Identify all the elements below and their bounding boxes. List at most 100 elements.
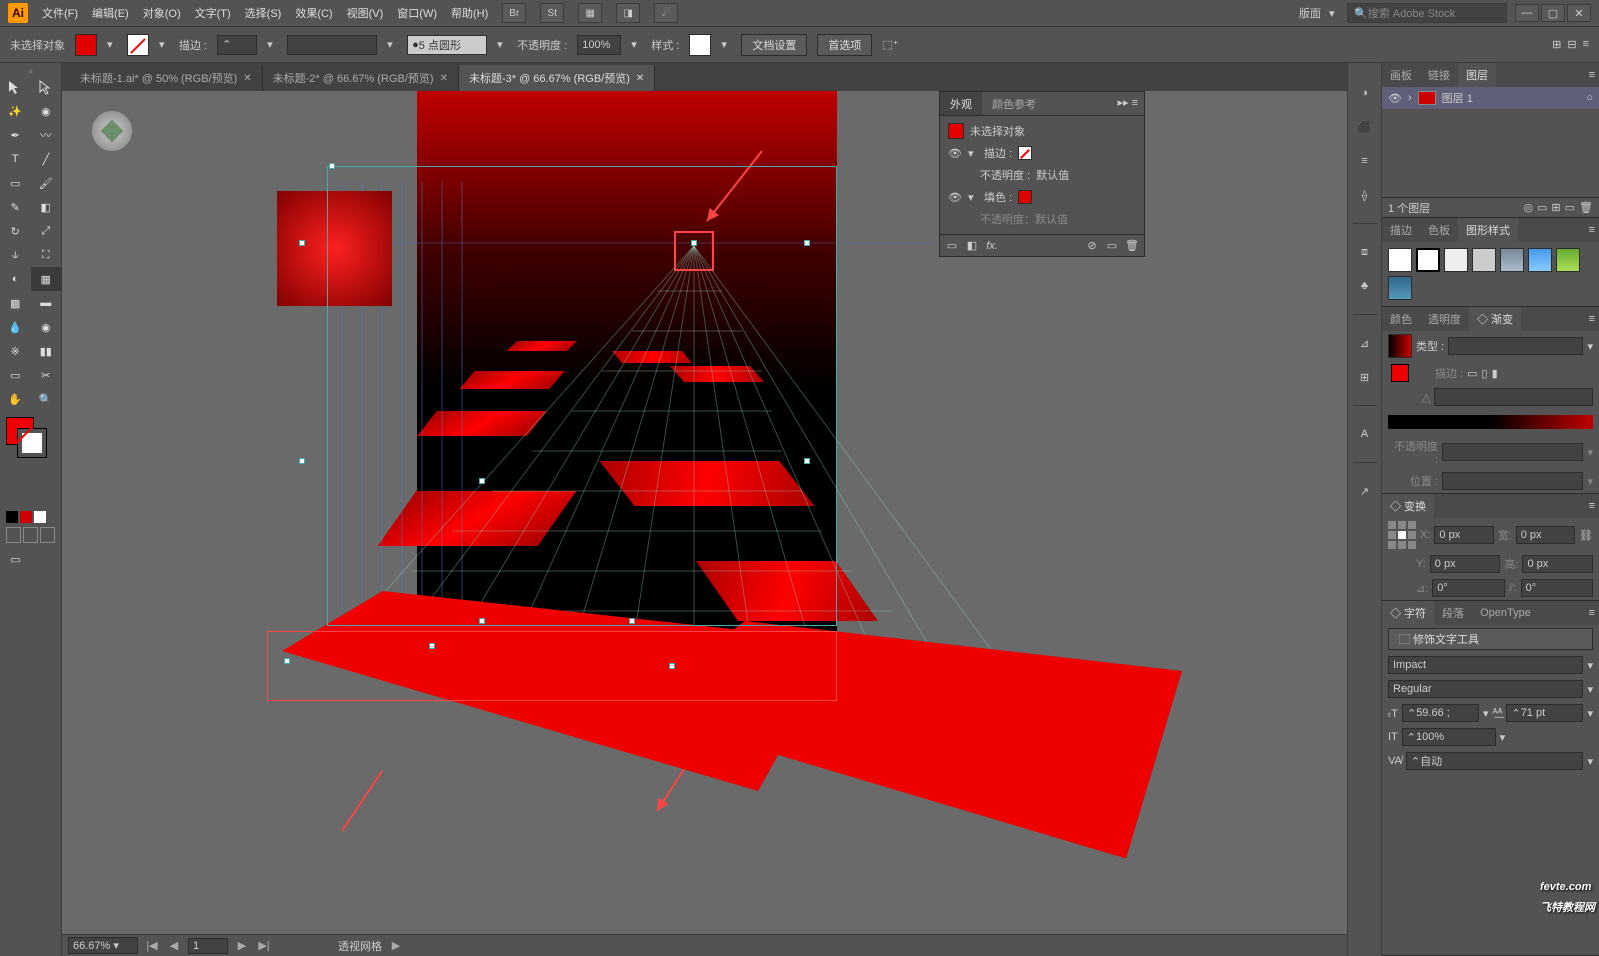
perspective-plane-widget[interactable] <box>92 111 132 151</box>
tab-stroke[interactable]: 描边 <box>1382 218 1420 242</box>
fx-icon[interactable]: fx. <box>984 238 1000 254</box>
menu-effect[interactable]: 效果(C) <box>295 5 332 21</box>
visibility-icon[interactable]: 👁 <box>948 147 962 160</box>
layout-dropdown[interactable]: 版面 <box>1299 5 1321 21</box>
transform-h[interactable]: 0 px <box>1522 555 1593 573</box>
tab-opentype[interactable]: OpenType <box>1472 603 1539 623</box>
blend-tool[interactable]: ◉ <box>31 315 62 339</box>
style-swatch[interactable] <box>1472 248 1496 272</box>
close-button[interactable]: ✕ <box>1567 4 1591 22</box>
stroke-grad-mode-3[interactable]: ▮ <box>1492 367 1498 380</box>
leading-input[interactable]: ⌃ 71 pt <box>1506 704 1583 722</box>
panel-collapse[interactable]: ▸▸ ≡ <box>1111 92 1144 115</box>
stroke-grad-mode-2[interactable]: ▯ <box>1482 367 1488 380</box>
stroke-swatch[interactable] <box>127 34 149 56</box>
stroke-weight-input[interactable]: ⌃ <box>217 35 257 55</box>
doc-tab-3[interactable]: 未标题-3* @ 66.67% (RGB/预览)✕ <box>459 65 655 91</box>
selection-handle[interactable] <box>329 163 335 169</box>
opacity-row-2[interactable]: 不透明度：默认值 <box>980 211 1068 227</box>
direct-selection-tool[interactable] <box>31 75 62 99</box>
eraser-tool[interactable]: ◧ <box>31 195 62 219</box>
doc-tab-1[interactable]: 未标题-1.ai* @ 50% (RGB/预览)✕ <box>70 65 263 91</box>
grid-handle[interactable] <box>629 618 635 624</box>
dock-swatches-icon[interactable]: ⬛ <box>1355 117 1375 137</box>
first-artboard[interactable]: |◀ <box>144 938 160 954</box>
feedback-icon[interactable]: ☄ <box>654 3 678 23</box>
tab-links[interactable]: 链接 <box>1420 63 1458 87</box>
menu-edit[interactable]: 编辑(E) <box>92 5 129 21</box>
curvature-tool[interactable]: 〰 <box>31 123 62 147</box>
gradient-slider[interactable] <box>1388 415 1593 429</box>
grid-handle[interactable] <box>669 663 675 669</box>
style-swatch[interactable] <box>1444 248 1468 272</box>
menu-select[interactable]: 选择(S) <box>245 5 282 21</box>
dock-transform-icon[interactable]: ⊞ <box>1355 367 1375 387</box>
dock-export-icon[interactable]: ↗ <box>1355 481 1375 501</box>
grid-handle[interactable] <box>284 658 290 664</box>
tab-swatches[interactable]: 色板 <box>1420 218 1458 242</box>
menu-object[interactable]: 对象(O) <box>143 5 181 21</box>
grid-handle[interactable] <box>804 458 810 464</box>
gradient-fill-swatch[interactable] <box>1391 364 1409 382</box>
line-tool[interactable]: ╱ <box>31 147 62 171</box>
transform-x[interactable]: 0 px <box>1434 526 1493 544</box>
screen-mode[interactable]: ▭ <box>0 547 31 571</box>
shape-builder-tool[interactable]: ◐ <box>0 267 31 291</box>
prev-artboard[interactable]: ◀ <box>166 938 182 954</box>
slice-tool[interactable]: ✂ <box>31 363 62 387</box>
rectangle-tool[interactable]: ▭ <box>0 171 31 195</box>
dock-brushes-icon[interactable]: ≡ <box>1355 151 1375 171</box>
minimize-button[interactable]: — <box>1515 4 1539 22</box>
stock-button[interactable]: St <box>540 3 564 23</box>
opacity-input[interactable]: 100% <box>577 35 621 55</box>
make-clip-icon[interactable]: ▭ <box>1537 201 1547 214</box>
magic-wand-tool[interactable]: ✨ <box>0 99 31 123</box>
font-size-input[interactable]: ⌃ 59.66 ; <box>1402 704 1479 722</box>
zoom-dropdown[interactable]: 66.67% ▾ <box>68 937 138 954</box>
dock-symbols-icon[interactable]: ⟠ <box>1355 185 1375 205</box>
grid-handle[interactable] <box>479 618 485 624</box>
perspective-grid-tool[interactable]: ▦ <box>31 267 62 291</box>
stop-location-input[interactable] <box>1442 472 1583 490</box>
style-swatch[interactable] <box>1416 248 1440 272</box>
stroke-grad-mode-1[interactable]: ▭ <box>1467 367 1477 380</box>
grid-handle[interactable] <box>691 240 697 246</box>
stop-opacity-input[interactable] <box>1442 443 1583 461</box>
new-stroke-icon[interactable]: ◧ <box>964 238 980 254</box>
dock-align-icon[interactable]: ⊿ <box>1355 333 1375 353</box>
dock-gradient-icon[interactable]: ♣ <box>1355 276 1375 296</box>
reference-point[interactable] <box>1388 521 1416 549</box>
gradient-tool[interactable]: ▬ <box>31 291 62 315</box>
fill-dropdown[interactable]: ▾ <box>107 38 117 51</box>
document-setup-button[interactable]: 文档设置 <box>741 34 807 56</box>
status-menu[interactable]: ▶ <box>388 938 404 954</box>
search-input[interactable]: 🔍 搜索 Adobe Stock <box>1347 3 1507 23</box>
tab-graphic-styles[interactable]: 图形样式 <box>1458 218 1518 242</box>
gradient-type-dropdown[interactable] <box>1448 337 1583 355</box>
grid-handle[interactable] <box>299 458 305 464</box>
profile-dropdown[interactable]: ● 5 点圆形 <box>407 35 487 55</box>
style-swatch[interactable] <box>1388 276 1412 300</box>
gradient-mode[interactable] <box>20 511 32 523</box>
draw-behind[interactable] <box>23 527 38 543</box>
tab-artboards[interactable]: 画板 <box>1382 63 1420 87</box>
gradient-preview-swatch[interactable] <box>1388 334 1412 358</box>
panel-menu-icon[interactable]: ≡ <box>1585 65 1599 85</box>
tab-gradient[interactable]: ◇ 渐变 <box>1469 307 1521 331</box>
arrange-icon[interactable]: ▦ <box>578 3 602 23</box>
delete-layer-icon[interactable]: 🗑 <box>1579 201 1593 214</box>
tab-appearance[interactable]: 外观 <box>940 92 982 115</box>
tab-color[interactable]: 颜色 <box>1382 307 1420 331</box>
panel-menu-icon[interactable]: ≡ <box>1585 603 1599 623</box>
link-wh-icon[interactable]: ⛓ <box>1579 529 1593 542</box>
style-swatch[interactable] <box>1388 248 1412 272</box>
shaper-tool[interactable]: ✎ <box>0 195 31 219</box>
menu-type[interactable]: 文字(T) <box>195 5 231 21</box>
tab-transform[interactable]: ◇ 变换 <box>1382 494 1434 518</box>
menu-window[interactable]: 窗口(W) <box>397 5 437 21</box>
style-swatch[interactable] <box>1556 248 1580 272</box>
panel-menu[interactable]: ≡ <box>1583 38 1589 51</box>
grid-handle[interactable] <box>299 240 305 246</box>
grid-handle[interactable] <box>804 240 810 246</box>
tab-transparency[interactable]: 透明度 <box>1420 307 1469 331</box>
